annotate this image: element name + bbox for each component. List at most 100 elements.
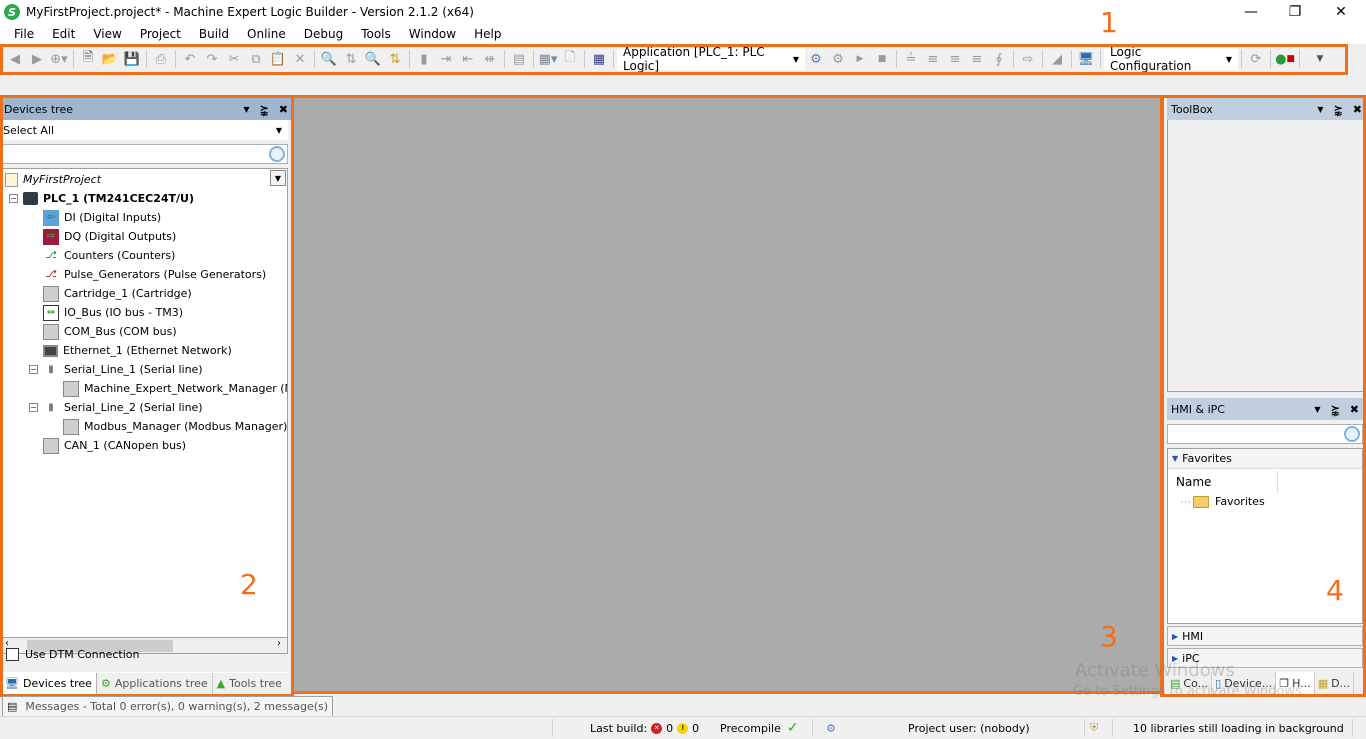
tree-item-cartridge[interactable]: Cartridge_1 (Cartridge) bbox=[43, 284, 192, 303]
menu-tools[interactable]: Tools bbox=[353, 27, 399, 41]
close-icon[interactable]: ✕ bbox=[1318, 0, 1364, 24]
clear-bookmarks-icon[interactable]: ⇺ bbox=[479, 48, 501, 70]
menu-help[interactable]: Help bbox=[466, 27, 509, 41]
build-icon[interactable]: ▦ bbox=[588, 48, 610, 70]
tree-item-can[interactable]: CAN_1 (CANopen bus) bbox=[43, 436, 186, 455]
search-icon[interactable] bbox=[269, 146, 285, 162]
messages-tab[interactable]: ▤ Messages - Total 0 error(s), 0 warning… bbox=[2, 696, 334, 716]
login-icon[interactable]: ⚙ bbox=[805, 48, 827, 70]
redo-icon[interactable]: ↷ bbox=[201, 48, 223, 70]
tree-item-network-manager[interactable]: Machine_Expert_Network_Manager (Mach bbox=[63, 379, 287, 398]
pin-icon[interactable]: ⪺ bbox=[1331, 403, 1340, 416]
menu-build[interactable]: Build bbox=[191, 27, 237, 41]
close-icon[interactable]: ✖ bbox=[279, 103, 288, 116]
replace-in-project-icon[interactable]: ⇅ bbox=[384, 48, 406, 70]
panel-menu-icon[interactable]: ▼ bbox=[243, 105, 249, 114]
collapse-toggle[interactable]: − bbox=[9, 194, 18, 203]
new-project-icon[interactable]: 🗎 bbox=[77, 48, 99, 70]
minimize-icon[interactable]: — bbox=[1228, 0, 1274, 24]
filter-select[interactable]: Select All ▼ bbox=[0, 120, 288, 140]
properties-icon[interactable]: 🗋 bbox=[559, 48, 581, 70]
collapse-toggle[interactable]: − bbox=[29, 403, 38, 412]
step-over-icon[interactable]: ≟ bbox=[900, 48, 922, 70]
dtm-connection-option[interactable]: Use DTM Connection bbox=[6, 648, 139, 661]
pin-icon[interactable]: ⪺ bbox=[1334, 103, 1343, 116]
find-icon[interactable]: 🔍 bbox=[318, 48, 340, 70]
menu-window[interactable]: Window bbox=[401, 27, 464, 41]
set-next-statement-icon[interactable]: ∮ bbox=[988, 48, 1010, 70]
tree-item-counters[interactable]: ⎇ Counters (Counters) bbox=[43, 246, 175, 265]
copy-icon[interactable]: ⧉ bbox=[245, 48, 267, 70]
restore-icon[interactable]: ❐ bbox=[1272, 0, 1318, 24]
find-in-project-icon[interactable]: 🔍 bbox=[362, 48, 384, 70]
next-bookmark-icon[interactable]: ⇥ bbox=[435, 48, 457, 70]
tab-d[interactable]: ▦ D... bbox=[1315, 672, 1355, 694]
start-icon[interactable]: ▶ bbox=[849, 48, 871, 70]
scroll-right-icon[interactable]: › bbox=[277, 638, 281, 649]
menu-file[interactable]: File bbox=[6, 27, 42, 41]
tree-item-di[interactable]: ⇦ DI (Digital Inputs) bbox=[43, 208, 161, 227]
devices-search-input[interactable] bbox=[0, 144, 288, 164]
menu-project[interactable]: Project bbox=[132, 27, 189, 41]
device-settings-icon[interactable]: ⚙ bbox=[826, 717, 836, 739]
menu-edit[interactable]: Edit bbox=[44, 27, 83, 41]
search-icon[interactable] bbox=[1344, 426, 1360, 442]
stop-icon[interactable]: ■ bbox=[871, 48, 893, 70]
cut-icon[interactable]: ✂ bbox=[223, 48, 245, 70]
print-icon[interactable]: ⎙ bbox=[150, 48, 172, 70]
favorites-folder-item[interactable]: ⋯ Favorites bbox=[1180, 495, 1265, 508]
tab-devices-tree[interactable]: 🖥 Devices tree bbox=[0, 672, 97, 695]
close-icon[interactable]: ✖ bbox=[1353, 103, 1362, 116]
add-object-icon[interactable]: ▦▾ bbox=[537, 48, 559, 70]
delete-icon[interactable]: ✕ bbox=[289, 48, 311, 70]
menu-debug[interactable]: Debug bbox=[296, 27, 351, 41]
tree-dropdown-button[interactable]: ▼ bbox=[270, 170, 286, 186]
tree-item-com-bus[interactable]: COM_Bus (COM bus) bbox=[43, 322, 177, 341]
refresh-icon[interactable]: ⟳ bbox=[1245, 48, 1267, 70]
hmi-search-input[interactable] bbox=[1167, 424, 1363, 444]
monitor-icon[interactable]: 🖥 bbox=[1075, 48, 1097, 70]
tab-device[interactable]: ▯ Device... bbox=[1212, 672, 1277, 694]
tree-item-ethernet[interactable]: Ethernet_1 (Ethernet Network) bbox=[43, 341, 232, 360]
tree-item-serial-line-1[interactable]: ▮ Serial_Line_1 (Serial line) bbox=[43, 360, 202, 379]
panel-menu-icon[interactable]: ▼ bbox=[1314, 405, 1320, 414]
bookmark-icon[interactable]: ▮ bbox=[413, 48, 435, 70]
run-to-cursor-icon[interactable]: ≡ bbox=[966, 48, 988, 70]
library-icon[interactable]: ▤ bbox=[508, 48, 530, 70]
tab-configuration[interactable]: ▤ Co... bbox=[1167, 672, 1213, 694]
tree-item-serial-line-2[interactable]: ▮ Serial_Line_2 (Serial line) bbox=[43, 398, 202, 417]
panel-menu-icon[interactable]: ▼ bbox=[1317, 105, 1323, 114]
connect-dropdown-icon[interactable]: ● ■ bbox=[1274, 48, 1296, 70]
tree-item-dq[interactable]: ⇨ DQ (Digital Outputs) bbox=[43, 227, 176, 246]
dtm-checkbox[interactable] bbox=[6, 648, 19, 661]
tree-item-plc[interactable]: PLC_1 (TM241CEC24T/U) bbox=[23, 189, 194, 208]
collapse-toggle[interactable]: − bbox=[29, 365, 38, 374]
step-into-icon[interactable]: ≡ bbox=[922, 48, 944, 70]
tab-tools-tree[interactable]: ▲ Tools tree bbox=[211, 672, 286, 695]
open-folder-icon[interactable]: 📂 bbox=[99, 48, 121, 70]
tree-item-pulse-generators[interactable]: ⎇ Pulse_Generators (Pulse Generators) bbox=[43, 265, 266, 284]
tab-hmi[interactable]: ❐ H... bbox=[1276, 672, 1315, 694]
ipc-section[interactable]: ▶ iPC bbox=[1167, 648, 1363, 668]
pin-icon[interactable]: ⪺ bbox=[260, 103, 269, 116]
tree-item-project[interactable]: MyFirstProject bbox=[5, 170, 101, 189]
menu-online[interactable]: Online bbox=[239, 27, 294, 41]
tab-applications-tree[interactable]: ⚙ Applications tree bbox=[97, 673, 212, 695]
undo-icon[interactable]: ↶ bbox=[179, 48, 201, 70]
navigate-dropdown-icon[interactable]: ⊕▾ bbox=[48, 48, 70, 70]
favorites-section-header[interactable]: ▼ Favorites bbox=[1168, 449, 1362, 469]
toolbar-overflow-icon[interactable]: ▼ bbox=[1309, 48, 1331, 70]
save-icon[interactable]: 💾 bbox=[121, 48, 143, 70]
configuration-combo[interactable]: Logic Configuration ▼ bbox=[1104, 45, 1238, 73]
forward-icon[interactable]: ▶ bbox=[26, 48, 48, 70]
simulation-icon[interactable]: ◢ bbox=[1046, 48, 1068, 70]
step-out-icon[interactable]: ≡ bbox=[944, 48, 966, 70]
close-icon[interactable]: ✖ bbox=[1350, 403, 1359, 416]
name-column-header[interactable]: Name bbox=[1168, 471, 1278, 493]
previous-bookmark-icon[interactable]: ⇤ bbox=[457, 48, 479, 70]
show-next-statement-icon[interactable]: ⇨ bbox=[1017, 48, 1039, 70]
menu-view[interactable]: View bbox=[85, 27, 129, 41]
shield-icon[interactable]: ⛨ bbox=[1090, 717, 1098, 739]
application-combo[interactable]: Application [PLC_1: PLC Logic] ▼ bbox=[617, 45, 805, 73]
tree-item-io-bus[interactable]: ⇔ IO_Bus (IO bus - TM3) bbox=[43, 303, 183, 322]
